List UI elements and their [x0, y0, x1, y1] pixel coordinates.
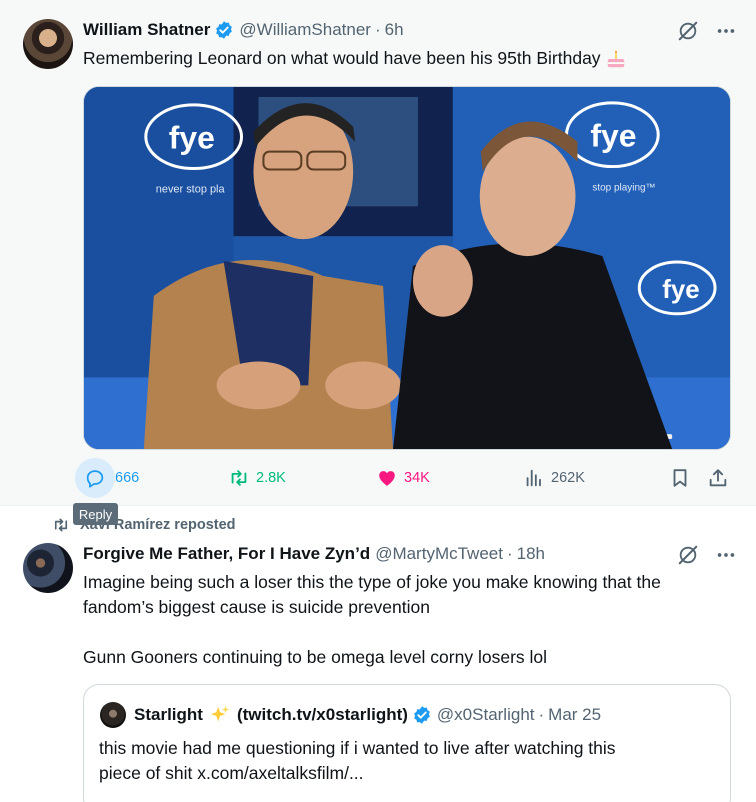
timestamp[interactable]: 18h: [517, 544, 545, 564]
quoted-text-line: this movie had me questioning if i wante…: [99, 738, 616, 758]
views-button[interactable]: 262K: [523, 458, 585, 498]
avatar[interactable]: [23, 543, 73, 593]
sparkles-icon: [210, 705, 230, 722]
tweet-header: William Shatner @WilliamShatner · 6h: [83, 20, 404, 40]
separator: ·: [506, 544, 513, 563]
separator: ·: [538, 705, 545, 724]
like-count: 34K: [404, 470, 430, 486]
verified-badge-icon: [216, 21, 233, 39]
tweet-top-icons: [677, 20, 737, 42]
tweet-actions: 666 2.8K 34K 262K: [75, 458, 735, 498]
timestamp[interactable]: 6h: [385, 20, 404, 40]
banner-slogan-left: never stop pla: [156, 183, 226, 195]
tweet-header: Forgive Me Father, For I Have Zyn’d @Mar…: [83, 544, 545, 564]
author-handle[interactable]: @WilliamShatner: [239, 20, 371, 40]
separator: ·: [374, 20, 381, 39]
tweet-text: Remembering Leonard on what would have b…: [83, 46, 627, 71]
quoted-header: Starlight (twitch.tv/x0starlight) @x0Sta…: [134, 704, 601, 726]
tweet-photo[interactable]: fye never stop pla fye stop playing™ fye…: [83, 86, 731, 450]
banner-text-2: fye: [590, 118, 636, 154]
author-name-suffix[interactable]: (twitch.tv/x0starlight): [237, 705, 408, 725]
reply-count: 666: [115, 470, 140, 486]
avatar[interactable]: [100, 702, 126, 728]
author-name[interactable]: Forgive Me Father, For I Have Zyn’d: [83, 544, 370, 564]
more-icon[interactable]: [715, 20, 737, 42]
share-icon: [709, 469, 727, 487]
author-handle[interactable]: @MartyMcTweet: [375, 544, 503, 564]
more-icon[interactable]: [715, 544, 737, 566]
retweet-button[interactable]: 2.8K: [228, 458, 286, 498]
retweet-icon: [54, 518, 68, 532]
bookmark-button[interactable]: [669, 458, 697, 498]
heart-icon: [379, 471, 395, 486]
author-name[interactable]: William Shatner: [83, 20, 210, 40]
photo-leonard-and-william: fye never stop pla fye stop playing™ fye…: [84, 87, 730, 449]
banner-text-1: fye: [169, 120, 215, 156]
banner-text-3: fye: [662, 276, 699, 304]
tweet-text-line: Imagine being such a loser this the type…: [83, 572, 661, 592]
tweet-text-content: Remembering Leonard on what would have b…: [83, 48, 601, 68]
author-name[interactable]: Starlight: [134, 705, 203, 725]
views-count: 262K: [551, 470, 585, 486]
tweet-top-icons: [677, 544, 737, 566]
retweet-count: 2.8K: [256, 470, 286, 486]
quoted-text: this movie had me questioning if i wante…: [99, 736, 616, 786]
grok-icon[interactable]: [677, 20, 699, 42]
views-icon: [526, 469, 541, 487]
author-handle[interactable]: @x0Starlight: [437, 705, 535, 725]
quoted-tweet[interactable]: Starlight (twitch.tv/x0starlight) @x0Sta…: [83, 684, 731, 802]
tweet-text-line: fandom’s biggest cause is suicide preven…: [83, 597, 430, 617]
tweet-text: Imagine being such a loser this the type…: [83, 570, 661, 670]
tweet-text-line: Gunn Gooners continuing to be omega leve…: [83, 647, 548, 667]
reply-icon: [86, 470, 104, 488]
bookmark-icon: [673, 469, 687, 487]
banner-slogan-right: stop playing™: [592, 182, 655, 193]
timestamp[interactable]: Mar 25: [548, 705, 601, 725]
quoted-text-line: piece of shit x.com/axeltalksfilm/...: [99, 763, 364, 783]
avatar[interactable]: [23, 19, 73, 69]
cake-icon: [608, 50, 625, 68]
reply-button[interactable]: 666: [75, 458, 139, 498]
reply-hover-circle: [75, 458, 115, 498]
grok-icon[interactable]: [677, 544, 699, 566]
verified-badge-icon: [414, 706, 430, 724]
like-button[interactable]: 34K: [376, 458, 430, 498]
reply-tooltip: Reply: [73, 503, 118, 525]
share-button[interactable]: [707, 458, 735, 498]
retweet-icon: [231, 470, 247, 486]
tweet-william-shatner[interactable]: William Shatner @WilliamShatner · 6h Rem…: [0, 0, 756, 506]
